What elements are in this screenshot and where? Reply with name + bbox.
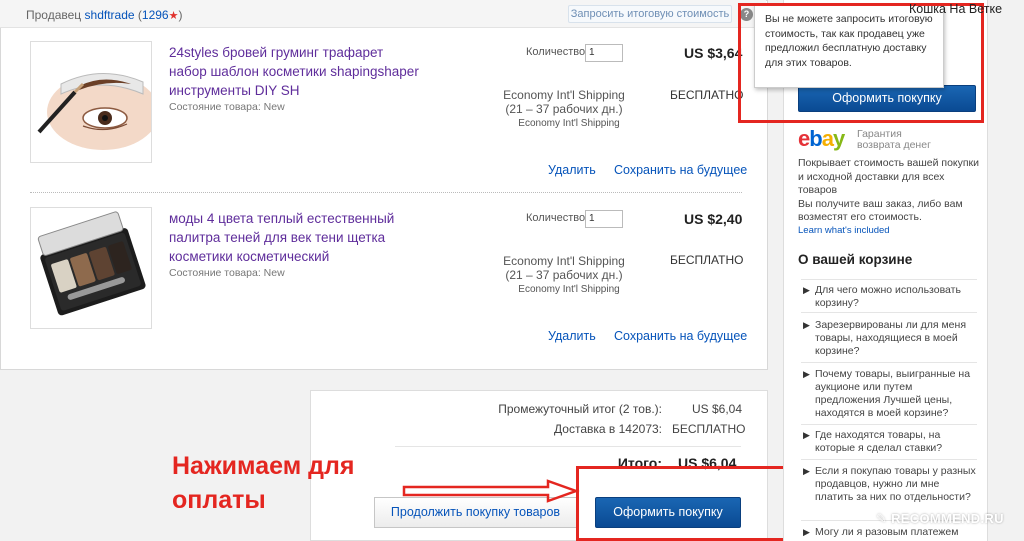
annotation-highlight-box <box>576 466 798 541</box>
faq-item[interactable]: ▶ Где находятся товары, на которые я сдел… <box>803 429 979 455</box>
request-total-button[interactable]: Запросить итоговую стоимость <box>568 5 732 23</box>
delivery-label: Доставка в 142073: <box>554 422 662 436</box>
item-price: US $2,40 <box>684 211 743 227</box>
learn-more-link[interactable]: Learn what's included <box>798 225 890 236</box>
chevron-right-icon: ▶ <box>803 320 810 330</box>
chevron-right-icon: ▶ <box>803 369 810 379</box>
chevron-right-icon: ▶ <box>803 430 810 440</box>
faq-item[interactable]: ▶ Для чего можно использовать корзину? <box>803 284 979 310</box>
remove-item-link[interactable]: Удалить <box>548 329 596 343</box>
faq-divider <box>801 312 977 313</box>
guarantee-description: Покрывает стоимость вашей покупки и исхо… <box>798 157 980 223</box>
remove-item-link[interactable]: Удалить <box>548 163 596 177</box>
item-condition: Состояние товара: New <box>169 267 285 279</box>
star-icon: ★ <box>168 10 179 22</box>
about-cart-heading: О вашей корзине <box>798 252 913 267</box>
item-title-link[interactable]: 24styles бровей груминг трафарет набор ш… <box>169 43 419 100</box>
money-back-guarantee-title: Гарантия возврата денег <box>857 128 931 151</box>
item-condition: Состояние товара: New <box>169 101 285 113</box>
faq-divider <box>801 424 977 425</box>
annotation-arrow-icon <box>402 479 580 503</box>
ebay-logo: ebay <box>798 126 845 151</box>
shipping-days: (21 – 37 рабочих дн.) <box>505 268 623 282</box>
quantity-label: Количество: <box>526 212 589 224</box>
item-thumbnail[interactable] <box>30 41 152 163</box>
item-divider <box>30 192 742 193</box>
seller-label: Продавец <box>26 8 82 22</box>
save-for-later-link[interactable]: Сохранить на будущее <box>614 163 747 177</box>
shipping-method-selector[interactable]: Economy Int'l Shipping <box>504 284 634 295</box>
eyeshadow-palette-image <box>31 208 151 328</box>
seller-info: Продавец shdftrade (1296★) <box>26 8 182 22</box>
item-title-link[interactable]: моды 4 цвета теплый естественный палитра… <box>169 209 419 266</box>
watermark: ✎ RECOMMEND.RU <box>876 511 1004 526</box>
faq-item[interactable]: ▶ Зарезервированы ли для меня товары, нах… <box>803 319 979 358</box>
subtotal-value: US $6,04 <box>692 402 743 416</box>
item-thumbnail[interactable] <box>30 207 152 329</box>
username-caption: Кошка На Ветке <box>909 2 1003 16</box>
eyebrow-stencil-image <box>31 42 151 162</box>
item-price: US $3,64 <box>684 45 743 61</box>
shipping-method: Economy Int'l Shipping <box>503 88 625 102</box>
summary-divider <box>395 446 741 447</box>
quantity-label: Количество: <box>526 46 589 58</box>
shipping-method: Economy Int'l Shipping <box>503 254 625 268</box>
faq-divider <box>801 279 977 280</box>
delivery-value: БЕСПЛАТНО <box>672 422 746 436</box>
quantity-input[interactable]: 1 <box>585 44 623 62</box>
annotation-text: Нажимаем для оплаты <box>172 452 355 514</box>
faq-divider <box>801 459 977 460</box>
faq-item[interactable]: ▶ Почему товары, выигранные на аукционе и… <box>803 368 979 420</box>
save-for-later-link[interactable]: Сохранить на будущее <box>614 329 747 343</box>
chevron-right-icon: ▶ <box>803 285 810 295</box>
shipping-method-selector[interactable]: Economy Int'l Shipping <box>504 118 634 129</box>
faq-divider <box>801 362 977 363</box>
chevron-right-icon: ▶ <box>803 527 810 537</box>
faq-item[interactable]: ▶ Могу ли я разовым платежем <box>803 526 979 539</box>
subtotal-label: Промежуточный итог (2 тов.): <box>498 402 662 416</box>
seller-feedback[interactable]: (1296★) <box>138 8 183 22</box>
shipping-days: (21 – 37 рабочих дн.) <box>505 102 623 116</box>
quantity-input[interactable]: 1 <box>585 210 623 228</box>
faq-item[interactable]: ▶ Если я покупаю товары у разных продавцо… <box>803 465 979 504</box>
chevron-right-icon: ▶ <box>803 466 810 476</box>
shipping-cost: БЕСПЛАТНО <box>670 88 744 102</box>
seller-name-link[interactable]: shdftrade <box>85 8 135 22</box>
annotation-highlight-box <box>738 3 984 123</box>
shipping-cost: БЕСПЛАТНО <box>670 253 744 267</box>
